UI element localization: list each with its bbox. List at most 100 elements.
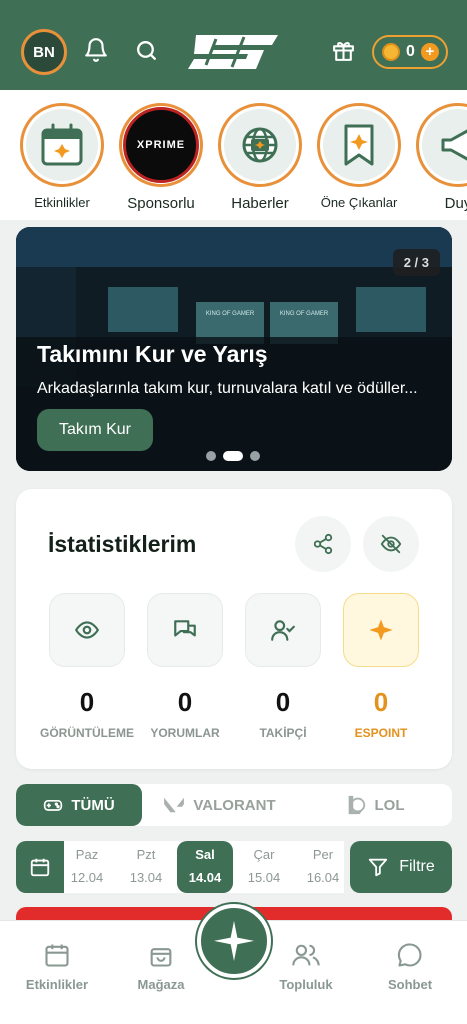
app-header: BN 0 + — [0, 0, 467, 90]
banner-subtitle: Arkadaşlarınla takım kur, turnuvalara ka… — [37, 380, 418, 397]
story-etkinlikler[interactable]: Etkinlikler — [20, 103, 104, 210]
date-item[interactable]: Çar 15.04 — [236, 841, 292, 893]
brand-logo[interactable] — [186, 33, 282, 71]
screen-text-right: KING OF GAMER — [280, 311, 329, 317]
filter-label: Filtre — [399, 858, 435, 875]
coin-count: 0 — [406, 43, 415, 60]
bookmark-icon — [344, 124, 374, 166]
slide-counter-badge: 2 / 3 — [392, 249, 440, 276]
stat-label: ESPOINT — [354, 726, 408, 740]
nav-etkinlikler[interactable]: Etkinlikler — [12, 939, 102, 992]
avatar[interactable]: BN — [21, 29, 67, 75]
date-item[interactable]: Pzt 13.04 — [118, 841, 174, 893]
date-day: Çar — [253, 847, 275, 862]
chat-icon — [174, 620, 196, 637]
tab-lol[interactable]: LOL — [297, 784, 452, 826]
nav-magaza[interactable]: Mağaza — [116, 939, 206, 992]
date-number: 13.04 — [129, 870, 163, 885]
story-sponsorlu[interactable]: XPRIME Sponsorlu — [119, 103, 203, 212]
megaphone-icon — [441, 129, 467, 161]
date-number: 15.04 — [247, 870, 281, 885]
tab-label: VALORANT — [193, 796, 276, 814]
date-number: 14.04 — [188, 870, 222, 885]
nav-label: Topluluk — [279, 977, 333, 992]
nav-label: Sohbet — [387, 977, 433, 992]
stat-views: 0 GÖRÜNTÜLEME — [40, 593, 134, 740]
star-icon — [369, 619, 393, 641]
users-icon — [292, 944, 320, 966]
avatar-initials: BN — [33, 43, 55, 61]
share-button[interactable] — [295, 516, 351, 572]
date-number: 12.04 — [70, 870, 104, 885]
shopping-bag-icon — [150, 948, 172, 967]
lol-icon — [348, 795, 365, 815]
plus-icon[interactable]: + — [420, 43, 439, 61]
promo-banner[interactable]: KING OF GAMER KING OF GAMER 2 / 3 Takımı… — [16, 227, 452, 471]
story-label: Sponsorlu — [127, 195, 195, 212]
stories-row: Etkinlikler XPRIME Sponsorlu Haberler Ön… — [0, 90, 467, 220]
create-team-button[interactable]: Takım Kur — [37, 409, 153, 451]
date-day: Paz — [75, 847, 99, 862]
sparkle-icon — [213, 920, 255, 961]
tab-label: LOL — [374, 796, 405, 814]
date-item[interactable]: Per 16.04 — [295, 841, 351, 893]
filter-button[interactable]: Filtre — [350, 841, 452, 893]
story-label: Duy — [444, 195, 467, 212]
stat-value: 0 — [79, 687, 95, 717]
chat-bubble-icon — [397, 943, 422, 967]
carousel-dot[interactable] — [250, 451, 260, 461]
gift-icon[interactable] — [330, 37, 356, 63]
story-duyurular[interactable]: Duy — [416, 103, 467, 212]
story-label: Haberler — [231, 195, 289, 212]
coin-balance[interactable]: 0 + — [372, 35, 448, 69]
gamepad-icon — [44, 800, 63, 811]
story-one-cikanlar[interactable]: Öne Çıkanlar — [317, 103, 401, 210]
stat-followers: 0 TAKİPÇİ — [245, 593, 321, 740]
nav-sohbet[interactable]: Sohbet — [365, 939, 455, 992]
date-item-selected[interactable]: Sal 14.04 — [177, 841, 233, 893]
game-filter-tabs: TÜMÜ VALORANT LOL — [16, 784, 452, 826]
coin-icon — [382, 43, 400, 61]
story-label: Öne Çıkanlar — [320, 195, 398, 210]
share-icon — [313, 533, 333, 555]
story-haberler[interactable]: Haberler — [218, 103, 302, 212]
calendar-button[interactable] — [16, 841, 64, 893]
story-label: Etkinlikler — [34, 195, 90, 210]
calendar-icon — [41, 123, 83, 166]
filter-icon — [369, 858, 388, 877]
date-number: 16.04 — [306, 870, 340, 885]
calendar-icon — [30, 858, 50, 877]
stats-title: İstatistiklerim — [48, 531, 197, 557]
tab-all[interactable]: TÜMÜ — [16, 784, 142, 826]
valorant-icon — [164, 797, 185, 813]
xprime-logo: XPRIME — [136, 139, 186, 151]
nav-label: Etkinlikler — [25, 977, 89, 992]
eye-icon — [74, 621, 100, 639]
date-day: Sal — [195, 847, 215, 862]
stat-espoint: 0 ESPOINT — [343, 593, 419, 740]
bell-icon[interactable] — [83, 37, 109, 63]
date-selector: Paz 12.04 Pzt 13.04 Sal 14.04 Çar 15.04 Per 1… — [64, 841, 344, 893]
carousel-dot-active[interactable] — [223, 451, 243, 461]
eye-off-icon — [380, 534, 402, 554]
date-day: Pzt — [136, 847, 156, 862]
date-item[interactable]: Paz 12.04 — [59, 841, 115, 893]
user-check-icon — [271, 620, 295, 641]
carousel-dots — [206, 451, 260, 461]
tab-valorant[interactable]: VALORANT — [142, 784, 297, 826]
stat-comments: 0 YORUMLAR — [147, 593, 223, 740]
hide-stats-button[interactable] — [363, 516, 419, 572]
stat-value: 0 — [177, 687, 193, 717]
center-action-button[interactable] — [197, 904, 271, 978]
nav-label: Mağaza — [137, 977, 185, 992]
stats-card: İstatistiklerim 0 GÖRÜNTÜLEME 0 YORUMLAR… — [16, 489, 452, 769]
search-icon[interactable] — [133, 37, 159, 63]
carousel-dot[interactable] — [206, 451, 216, 461]
nav-topluluk[interactable]: Topluluk — [261, 939, 351, 992]
calendar-icon — [45, 944, 69, 967]
globe-icon — [242, 127, 278, 163]
stat-value: 0 — [373, 687, 389, 717]
date-day: Per — [312, 847, 334, 862]
tab-label: TÜMÜ — [71, 796, 115, 814]
screen-text-left: KING OF GAMER — [206, 311, 255, 317]
